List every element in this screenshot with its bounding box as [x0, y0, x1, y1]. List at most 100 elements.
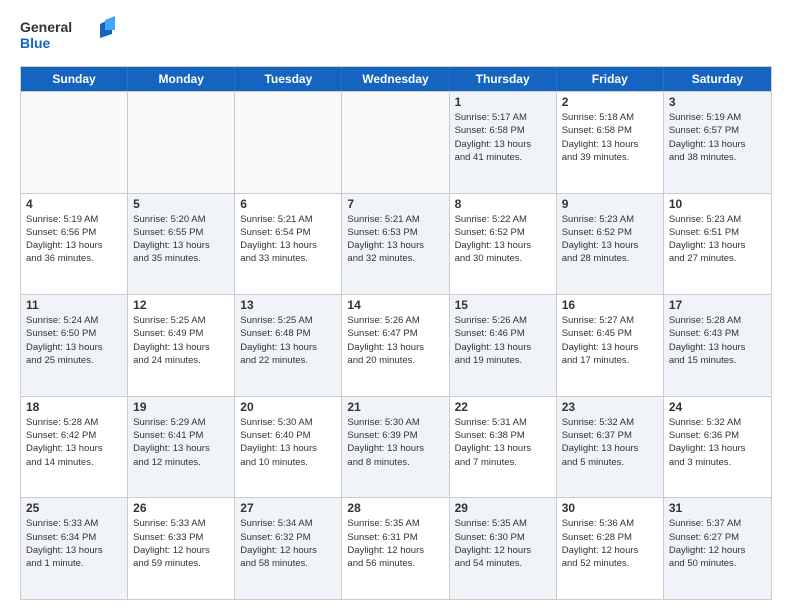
calendar-cell: 22Sunrise: 5:31 AM Sunset: 6:38 PM Dayli…	[450, 397, 557, 498]
day-number: 2	[562, 95, 658, 109]
day-number: 12	[133, 298, 229, 312]
day-info: Sunrise: 5:17 AM Sunset: 6:58 PM Dayligh…	[455, 111, 551, 164]
day-number: 5	[133, 197, 229, 211]
day-info: Sunrise: 5:32 AM Sunset: 6:37 PM Dayligh…	[562, 416, 658, 469]
calendar-cell: 21 Sunrise: 5:30 AM Sunset: 6:39 PM Dayli…	[342, 397, 449, 498]
day-info: Sunrise: 5:33 AM Sunset: 6:33 PM Dayligh…	[133, 517, 229, 570]
calendar-cell: 6 Sunrise: 5:21 AM Sunset: 6:54 PM Daylig…	[235, 194, 342, 295]
calendar-row-1: 4 Sunrise: 5:19 AM Sunset: 6:56 PM Daylig…	[21, 193, 771, 295]
logo: General Blue	[20, 16, 115, 56]
calendar-cell: 25 Sunrise: 5:33 AM Sunset: 6:34 PM Dayli…	[21, 498, 128, 599]
day-number: 10	[669, 197, 766, 211]
calendar-cell	[235, 92, 342, 193]
day-number: 18	[26, 400, 122, 414]
calendar-cell: 28 Sunrise: 5:35 AM Sunset: 6:31 PM Dayli…	[342, 498, 449, 599]
day-info: Sunrise: 5:22 AM Sunset: 6:52 PM Dayligh…	[455, 213, 551, 266]
day-info: Sunrise: 5:35 AM Sunset: 6:31 PM Dayligh…	[347, 517, 443, 570]
calendar-cell	[342, 92, 449, 193]
header-day-saturday: Saturday	[664, 67, 771, 91]
day-number: 23	[562, 400, 658, 414]
calendar-row-2: 11 Sunrise: 5:24 AM Sunset: 6:50 PM Dayli…	[21, 294, 771, 396]
day-number: 13	[240, 298, 336, 312]
day-info: Sunrise: 5:21 AM Sunset: 6:54 PM Dayligh…	[240, 213, 336, 266]
day-info: Sunrise: 5:21 AM Sunset: 6:53 PM Dayligh…	[347, 213, 443, 266]
calendar-cell: 26Sunrise: 5:33 AM Sunset: 6:33 PM Dayli…	[128, 498, 235, 599]
calendar-cell	[21, 92, 128, 193]
day-number: 27	[240, 501, 336, 515]
day-info: Sunrise: 5:23 AM Sunset: 6:51 PM Dayligh…	[669, 213, 766, 266]
day-info: Sunrise: 5:23 AM Sunset: 6:52 PM Dayligh…	[562, 213, 658, 266]
day-info: Sunrise: 5:18 AM Sunset: 6:58 PM Dayligh…	[562, 111, 658, 164]
day-number: 1	[455, 95, 551, 109]
calendar-cell: 7 Sunrise: 5:21 AM Sunset: 6:53 PM Daylig…	[342, 194, 449, 295]
calendar-cell: 30 Sunrise: 5:36 AM Sunset: 6:28 PM Dayli…	[557, 498, 664, 599]
day-info: Sunrise: 5:19 AM Sunset: 6:56 PM Dayligh…	[26, 213, 122, 266]
calendar-cell: 2 Sunrise: 5:18 AM Sunset: 6:58 PM Daylig…	[557, 92, 664, 193]
day-info: Sunrise: 5:26 AM Sunset: 6:47 PM Dayligh…	[347, 314, 443, 367]
calendar-cell: 4 Sunrise: 5:19 AM Sunset: 6:56 PM Daylig…	[21, 194, 128, 295]
day-number: 30	[562, 501, 658, 515]
calendar-cell: 14 Sunrise: 5:26 AM Sunset: 6:47 PM Dayli…	[342, 295, 449, 396]
day-number: 8	[455, 197, 551, 211]
day-number: 7	[347, 197, 443, 211]
day-number: 3	[669, 95, 766, 109]
calendar-cell: 16 Sunrise: 5:27 AM Sunset: 6:45 PM Dayli…	[557, 295, 664, 396]
calendar-cell	[128, 92, 235, 193]
header: General Blue	[20, 16, 772, 56]
day-info: Sunrise: 5:25 AM Sunset: 6:49 PM Dayligh…	[133, 314, 229, 367]
day-number: 28	[347, 501, 443, 515]
day-number: 11	[26, 298, 122, 312]
day-info: Sunrise: 5:28 AM Sunset: 6:43 PM Dayligh…	[669, 314, 766, 367]
calendar-header: SundayMondayTuesdayWednesdayThursdayFrid…	[21, 67, 771, 91]
calendar-cell: 29 Sunrise: 5:35 AM Sunset: 6:30 PM Dayli…	[450, 498, 557, 599]
day-info: Sunrise: 5:26 AM Sunset: 6:46 PM Dayligh…	[455, 314, 551, 367]
day-number: 24	[669, 400, 766, 414]
calendar-row-0: 1 Sunrise: 5:17 AM Sunset: 6:58 PM Daylig…	[21, 91, 771, 193]
header-day-friday: Friday	[557, 67, 664, 91]
day-number: 25	[26, 501, 122, 515]
day-number: 29	[455, 501, 551, 515]
calendar-cell: 13Sunrise: 5:25 AM Sunset: 6:48 PM Dayli…	[235, 295, 342, 396]
day-info: Sunrise: 5:27 AM Sunset: 6:45 PM Dayligh…	[562, 314, 658, 367]
calendar-body: 1 Sunrise: 5:17 AM Sunset: 6:58 PM Daylig…	[21, 91, 771, 599]
calendar-cell: 10 Sunrise: 5:23 AM Sunset: 6:51 PM Dayli…	[664, 194, 771, 295]
calendar-cell: 12 Sunrise: 5:25 AM Sunset: 6:49 PM Dayli…	[128, 295, 235, 396]
calendar-cell: 23 Sunrise: 5:32 AM Sunset: 6:37 PM Dayli…	[557, 397, 664, 498]
day-number: 22	[455, 400, 551, 414]
calendar: SundayMondayTuesdayWednesdayThursdayFrid…	[20, 66, 772, 600]
day-number: 15	[455, 298, 551, 312]
day-number: 6	[240, 197, 336, 211]
day-info: Sunrise: 5:30 AM Sunset: 6:40 PM Dayligh…	[240, 416, 336, 469]
day-info: Sunrise: 5:28 AM Sunset: 6:42 PM Dayligh…	[26, 416, 122, 469]
day-number: 21	[347, 400, 443, 414]
calendar-cell: 11 Sunrise: 5:24 AM Sunset: 6:50 PM Dayli…	[21, 295, 128, 396]
header-day-wednesday: Wednesday	[342, 67, 449, 91]
day-info: Sunrise: 5:36 AM Sunset: 6:28 PM Dayligh…	[562, 517, 658, 570]
calendar-cell: 5Sunrise: 5:20 AM Sunset: 6:55 PM Daylig…	[128, 194, 235, 295]
svg-text:Blue: Blue	[20, 35, 51, 51]
header-day-sunday: Sunday	[21, 67, 128, 91]
calendar-cell: 19Sunrise: 5:29 AM Sunset: 6:41 PM Dayli…	[128, 397, 235, 498]
day-info: Sunrise: 5:33 AM Sunset: 6:34 PM Dayligh…	[26, 517, 122, 570]
day-number: 14	[347, 298, 443, 312]
header-day-monday: Monday	[128, 67, 235, 91]
day-info: Sunrise: 5:34 AM Sunset: 6:32 PM Dayligh…	[240, 517, 336, 570]
day-info: Sunrise: 5:32 AM Sunset: 6:36 PM Dayligh…	[669, 416, 766, 469]
day-number: 31	[669, 501, 766, 515]
day-info: Sunrise: 5:37 AM Sunset: 6:27 PM Dayligh…	[669, 517, 766, 570]
day-info: Sunrise: 5:30 AM Sunset: 6:39 PM Dayligh…	[347, 416, 443, 469]
day-info: Sunrise: 5:35 AM Sunset: 6:30 PM Dayligh…	[455, 517, 551, 570]
day-info: Sunrise: 5:24 AM Sunset: 6:50 PM Dayligh…	[26, 314, 122, 367]
day-number: 9	[562, 197, 658, 211]
day-info: Sunrise: 5:19 AM Sunset: 6:57 PM Dayligh…	[669, 111, 766, 164]
calendar-cell: 24 Sunrise: 5:32 AM Sunset: 6:36 PM Dayli…	[664, 397, 771, 498]
calendar-cell: 31 Sunrise: 5:37 AM Sunset: 6:27 PM Dayli…	[664, 498, 771, 599]
day-number: 17	[669, 298, 766, 312]
day-number: 16	[562, 298, 658, 312]
day-number: 4	[26, 197, 122, 211]
calendar-cell: 3 Sunrise: 5:19 AM Sunset: 6:57 PM Daylig…	[664, 92, 771, 193]
page: General Blue SundayMondayTuesdayWednesda…	[0, 0, 792, 612]
calendar-cell: 9 Sunrise: 5:23 AM Sunset: 6:52 PM Daylig…	[557, 194, 664, 295]
calendar-cell: 18 Sunrise: 5:28 AM Sunset: 6:42 PM Dayli…	[21, 397, 128, 498]
calendar-cell: 20Sunrise: 5:30 AM Sunset: 6:40 PM Dayli…	[235, 397, 342, 498]
